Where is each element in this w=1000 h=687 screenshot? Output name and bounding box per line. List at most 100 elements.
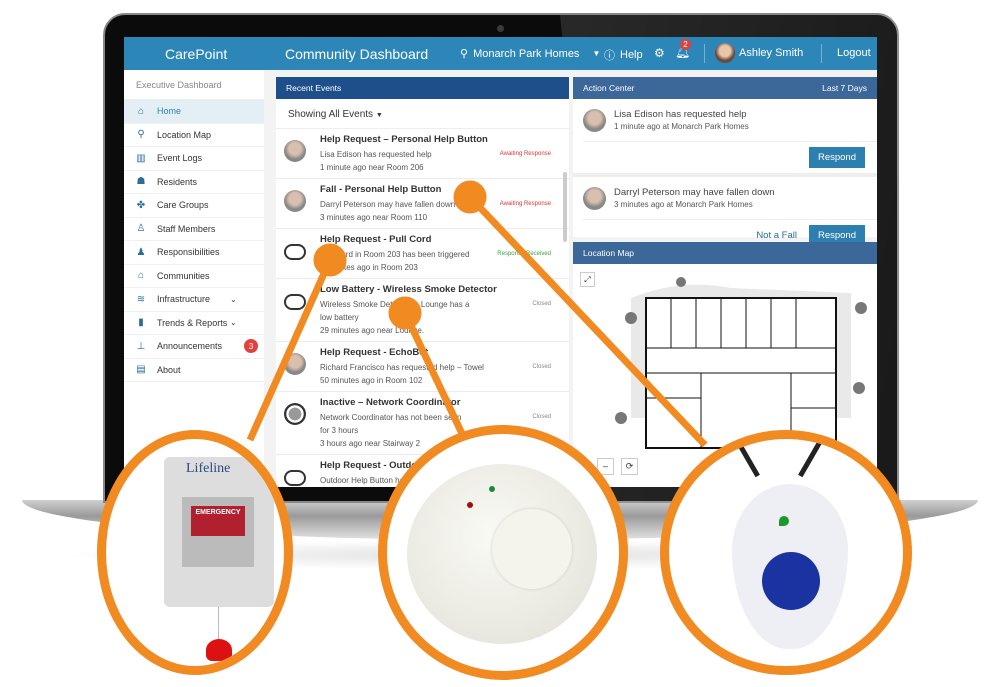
- logout-link[interactable]: Logout: [837, 47, 871, 59]
- announcement-badge: 3: [244, 339, 258, 354]
- event-detail: 3 minutes ago near Room 110: [320, 213, 428, 222]
- action-center-panel: Action Center Last 7 Days Lisa Edison ha…: [573, 77, 877, 255]
- event-detail: low battery: [320, 313, 359, 322]
- sidebar-item-label: Infrastructure: [157, 294, 211, 305]
- sidebar-item-staff-members[interactable]: ♙ Staff Members: [124, 218, 264, 241]
- sidebar-item-label: Trends & Reports: [157, 317, 228, 328]
- sidebar-item-communities[interactable]: ⌂ Communities: [124, 265, 264, 288]
- notifications-button[interactable]: 🔔︎ 2: [675, 39, 691, 59]
- sidebar-item-about[interactable]: ▤ About: [124, 359, 264, 382]
- device-icon: [284, 470, 306, 486]
- avatar: [583, 186, 606, 210]
- device-icon: [284, 244, 306, 260]
- sidebar-item-responsibilities[interactable]: ♟ Responsibilities: [124, 241, 264, 265]
- events-filter-dropdown[interactable]: Showing All Events ▼: [276, 99, 569, 129]
- top-bar: CarePoint Community Dashboard ⚲ Monarch …: [124, 37, 877, 70]
- sidebar-item-label: Residents: [157, 176, 198, 187]
- chevron-down-icon: ▼: [592, 49, 601, 58]
- divider: [821, 44, 822, 63]
- not-a-fall-button[interactable]: Not a Fall: [756, 230, 797, 241]
- info-icon: ⓘ: [604, 50, 615, 62]
- wifi-icon: ≋: [136, 293, 146, 305]
- smoke-detector-image: [378, 425, 628, 680]
- sidebar-item-location-map[interactable]: ⚲ Location Map: [124, 124, 264, 147]
- panel-header: Action Center Last 7 Days: [573, 77, 877, 99]
- sidebar: Executive Dashboard ⌂ Home ⚲ Location Map ▥ E…: [124, 70, 264, 487]
- page-title: Community Dashboard: [285, 46, 429, 62]
- sidebar-item-infrastructure[interactable]: ≋ Infrastructure ⌄: [124, 288, 264, 312]
- expand-icon[interactable]: ⤢: [580, 272, 595, 287]
- pendant-button: [762, 552, 820, 610]
- action-subtitle: 3 minutes ago at Monarch Park Homes: [614, 200, 753, 209]
- scrollbar[interactable]: [563, 172, 567, 242]
- divider: [704, 44, 705, 63]
- panel-title: Action Center: [583, 83, 635, 93]
- status-badge: Response Received: [497, 251, 551, 257]
- event-row[interactable]: Help Request – Personal Help Button Lisa …: [276, 129, 569, 179]
- recent-events-panel: Recent Events Showing All Events ▼ Help …: [276, 77, 569, 487]
- event-detail: 2 minutes ago in Room 203: [320, 263, 418, 272]
- event-title: Fall - Personal Help Button: [320, 184, 442, 195]
- panel-header: Location Map: [573, 242, 877, 264]
- chevron-down-icon[interactable]: ⌄: [230, 318, 237, 327]
- document-icon: ▤: [136, 364, 146, 376]
- location-selector[interactable]: ⚲ Monarch Park Homes ▼: [460, 47, 601, 61]
- status-badge: Closed: [532, 364, 551, 370]
- staff-icon: ♙: [136, 223, 146, 235]
- respond-button[interactable]: Respond: [808, 147, 865, 168]
- gear-icon[interactable]: ⚙: [654, 46, 665, 60]
- event-title: Help Request – Personal Help Button: [320, 134, 488, 145]
- map-pin-icon: ⚲: [137, 129, 145, 141]
- red-led: [467, 502, 473, 508]
- sidebar-item-residents[interactable]: ☗ Residents: [124, 171, 264, 194]
- sidebar-item-event-logs[interactable]: ▥ Event Logs: [124, 147, 264, 171]
- action-subtitle: 1 minute ago at Monarch Park Homes: [614, 122, 749, 131]
- sidebar-item-label: Responsibilities: [157, 247, 220, 258]
- status-badge: Closed: [532, 414, 551, 420]
- notification-badge: 2: [680, 39, 691, 50]
- sidebar-item-label: Staff Members: [157, 223, 216, 234]
- org-icon: ♟: [136, 246, 146, 258]
- user-menu[interactable]: Ashley Smith: [715, 43, 803, 63]
- panel-title: Location Map: [583, 248, 635, 258]
- event-detail: 29 minutes ago near Lounge.: [320, 326, 425, 335]
- map-pin-icon: ⚲: [460, 48, 469, 60]
- home-icon: ⌂: [137, 105, 145, 117]
- sidebar-item-announcements[interactable]: ⊥ Announcements 3: [124, 335, 264, 359]
- sidebar-item-label: Event Logs: [157, 153, 203, 164]
- resident-icon: ☗: [136, 176, 146, 188]
- sidebar-item-trends-reports[interactable]: ▮ Trends & Reports ⌄: [124, 312, 264, 335]
- sidebar-item-label: About: [157, 364, 181, 375]
- sidebar-item-label: Announcements: [157, 341, 223, 352]
- event-detail: 50 minutes ago in Room 102: [320, 376, 423, 385]
- sidebar-item-home[interactable]: ⌂ Home: [124, 100, 264, 124]
- status-badge: Awaiting Response: [499, 151, 551, 157]
- device-icon: [284, 403, 306, 425]
- chevron-down-icon[interactable]: ⌄: [230, 295, 237, 304]
- event-detail: 1 minute ago near Room 206: [320, 163, 424, 172]
- floor-plan-map[interactable]: [601, 268, 873, 454]
- camera-icon: [497, 25, 504, 32]
- event-title: Help Request - EchoBot: [320, 347, 429, 358]
- refresh-button[interactable]: ⟳: [621, 458, 638, 475]
- bar-chart-icon: ▮: [138, 317, 144, 329]
- date-range[interactable]: Last 7 Days: [822, 83, 867, 93]
- book-icon: ▥: [136, 152, 146, 164]
- event-row[interactable]: Low Battery - Wireless Smoke Detector Wir…: [276, 279, 569, 342]
- sidebar-item-care-groups[interactable]: ✤ Care Groups: [124, 194, 264, 218]
- panel-header: Recent Events: [276, 77, 569, 99]
- brand-logo[interactable]: CarePoint: [165, 46, 227, 62]
- caret-down-icon: ▼: [375, 112, 383, 119]
- event-row[interactable]: Fall - Personal Help Button Darryl Peters…: [276, 179, 569, 229]
- event-title: Help Request - Pull Cord: [320, 234, 432, 245]
- community-icon: ⌂: [137, 270, 145, 282]
- event-row[interactable]: Help Request - Pull Cord Pull Cord in Roo…: [276, 229, 569, 279]
- sidebar-item-label: Location Map: [157, 129, 212, 140]
- panel-title: Recent Events: [286, 83, 342, 93]
- event-row[interactable]: Help Request - EchoBot Richard Francisco …: [276, 342, 569, 392]
- sidebar-item-label: Care Groups: [157, 200, 209, 211]
- avatar: [284, 140, 306, 162]
- help-link[interactable]: ⓘ Help: [604, 47, 643, 63]
- device-icon: [284, 294, 306, 310]
- event-title: Low Battery - Wireless Smoke Detector: [320, 284, 497, 295]
